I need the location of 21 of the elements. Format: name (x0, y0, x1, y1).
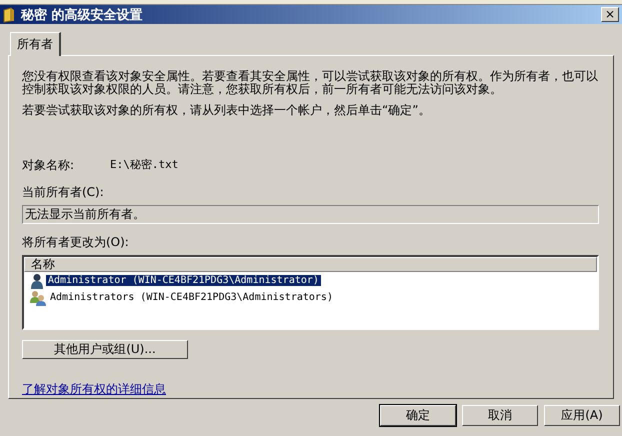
dialog-button[interactable]: 取消 (462, 405, 538, 426)
dialog-button[interactable]: 应用(A) (544, 405, 620, 426)
field-label: 当前所有者(C): (22, 184, 105, 201)
field-label: 对象名称: (22, 157, 76, 174)
owner-field: 无法显示当前所有者。 (22, 205, 599, 224)
info-text: 您没有权限查看该对象安全属性。若要查看其安全属性，可以尝试获取该对象的所有权。作为所有者，也可以控制获取该对象权限的人员。请注意，您获取所有权后，前一所有者可能无法访问该对象。 (22, 70, 599, 96)
user-group-icon (30, 290, 46, 306)
info-text: 若要尝试获取该对象的所有权，请从列表中选择一个帐户，然后单击“确定”。 (22, 104, 432, 117)
other-users-button[interactable]: 其他用户或组(U)... (22, 340, 188, 359)
folder-icon (3, 6, 15, 22)
window-title: 秘密 的高级安全设置 (21, 6, 144, 24)
list-item[interactable]: Administrators (WIN-CE4BF21PDG3\Administrators) (48, 292, 335, 303)
dialog-button[interactable]: 确定 (380, 405, 456, 426)
object-name: E:\秘密.txt (110, 157, 178, 173)
list-item[interactable]: Administrator (WIN-CE4BF21PDG3\Administrator) (46, 275, 321, 286)
close-button[interactable]: × (601, 7, 619, 22)
column-header[interactable]: 名称 (24, 257, 597, 272)
field-label: 将所有者更改为(O): (22, 234, 130, 251)
help-link[interactable]: 了解对象所有权的详细信息 (22, 381, 166, 398)
tab[interactable]: 所有者 (10, 32, 61, 56)
user-icon (30, 272, 44, 288)
